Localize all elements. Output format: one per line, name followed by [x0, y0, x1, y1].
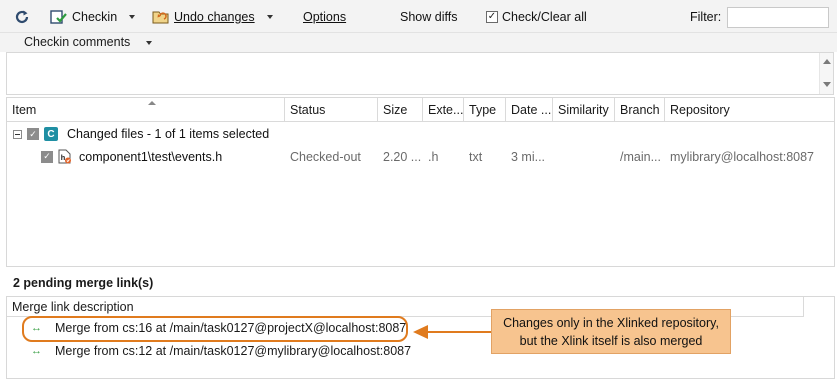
- group-row-changed-files[interactable]: ✓ C Changed files - 1 of 1 items selecte…: [13, 127, 269, 141]
- comments-scrollbar[interactable]: [819, 53, 833, 94]
- group-label: Changed files - 1 of 1 items selected: [67, 127, 270, 141]
- column-header-extension[interactable]: Exte...: [423, 98, 464, 122]
- svg-text:h: h: [61, 154, 66, 162]
- check-clear-all-label: Check/Clear all: [502, 9, 587, 24]
- undo-icon: [152, 11, 169, 23]
- pending-changes-grid: Item Status Size Exte... Type Date ... S…: [6, 97, 835, 267]
- column-header-item[interactable]: Item: [7, 98, 285, 122]
- row-repository: mylibrary@localhost:8087: [670, 150, 815, 164]
- merge-link-text: Merge from cs:12 at /main/task0127@mylib…: [55, 344, 412, 358]
- highlight-outline: [22, 316, 408, 342]
- callout-line-2: but the Xlink itself is also merged: [519, 334, 703, 348]
- grid-header: Item Status Size Exte... Type Date ... S…: [7, 98, 834, 122]
- toolbar: Checkin Undo changes Options Show diffs …: [0, 0, 837, 33]
- row-status: Checked-out: [290, 150, 361, 164]
- column-header-similarity[interactable]: Similarity: [553, 98, 615, 122]
- row-type: txt: [469, 150, 483, 164]
- options-label: Options: [303, 9, 347, 24]
- callout-line-1: Changes only in the Xlinked repository,: [503, 316, 719, 330]
- undo-changes-label: Undo changes: [174, 9, 255, 24]
- pending-merge-links-title: 2 pending merge link(s): [13, 276, 154, 290]
- refresh-button[interactable]: [14, 0, 30, 33]
- collapse-icon[interactable]: [13, 129, 22, 139]
- merge-arrow-icon: ↔: [31, 345, 42, 357]
- undo-dropdown-caret-icon[interactable]: [266, 14, 273, 19]
- column-header-status[interactable]: Status: [285, 98, 378, 122]
- checkin-label: Checkin: [72, 9, 118, 24]
- column-header-date[interactable]: Date ...: [506, 98, 553, 122]
- filter-input[interactable]: [727, 7, 829, 28]
- scroll-down-icon[interactable]: [823, 82, 831, 87]
- checkin-dropdown-caret-icon[interactable]: [129, 14, 136, 19]
- changed-category-icon: C: [44, 127, 58, 141]
- undo-changes-button[interactable]: Undo changes: [152, 0, 273, 33]
- row-item-path: component1\test\events.h: [79, 149, 223, 164]
- group-checkbox[interactable]: ✓: [27, 128, 39, 140]
- column-header-type[interactable]: Type: [464, 98, 506, 122]
- callout-arrow-icon: [413, 325, 428, 339]
- checked-out-file-icon: h: [58, 149, 71, 164]
- annotation-callout: Changes only in the Xlinked repository, …: [491, 309, 731, 354]
- row-date: 3 mi...: [511, 150, 546, 164]
- checkin-button[interactable]: Checkin: [50, 0, 136, 33]
- show-diffs-button[interactable]: Show diffs: [400, 0, 457, 33]
- checkin-comments-caret-icon[interactable]: [146, 41, 152, 45]
- merge-link-item[interactable]: ↔ Merge from cs:12 at /main/task0127@myl…: [31, 344, 411, 358]
- checkin-comments-textarea[interactable]: [6, 52, 834, 95]
- column-header-branch[interactable]: Branch: [615, 98, 665, 122]
- table-row[interactable]: ✓ h component1\test\events.h Checked-out…: [7, 146, 834, 168]
- row-extension: .h: [428, 150, 439, 164]
- row-size: 2.20 ...: [383, 150, 422, 164]
- callout-connector: [427, 331, 491, 333]
- check-clear-all-checkbox[interactable]: ✓: [486, 10, 498, 23]
- show-diffs-label: Show diffs: [400, 9, 458, 24]
- row-branch: /main...: [620, 150, 661, 164]
- checkin-icon: [50, 9, 67, 24]
- filter-label: Filter:: [690, 9, 722, 24]
- sort-ascending-icon: [148, 101, 156, 105]
- checkin-comments-label[interactable]: Checkin comments: [24, 35, 130, 49]
- refresh-icon: [15, 10, 29, 23]
- column-header-repository[interactable]: Repository: [665, 98, 834, 122]
- options-button[interactable]: Options: [303, 0, 346, 33]
- scroll-up-icon[interactable]: [823, 59, 831, 64]
- check-clear-all-toggle[interactable]: ✓ Check/Clear all: [486, 0, 587, 33]
- column-header-size[interactable]: Size: [378, 98, 423, 122]
- checkin-comments-bar: Checkin comments: [0, 33, 837, 52]
- row-checkbox[interactable]: ✓: [41, 150, 53, 163]
